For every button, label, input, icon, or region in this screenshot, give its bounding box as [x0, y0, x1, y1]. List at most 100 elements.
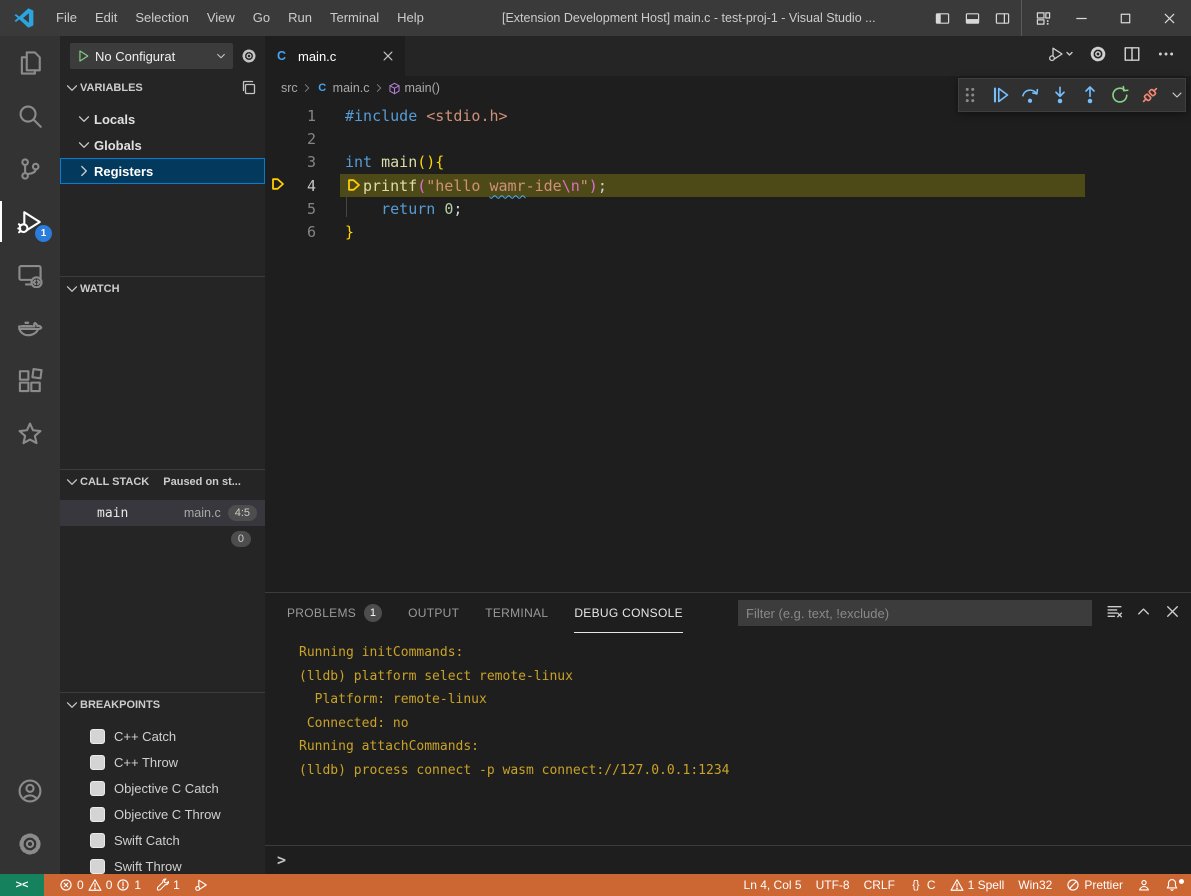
activity-settings[interactable] [0, 817, 60, 870]
status-eol[interactable]: CRLF [857, 874, 902, 896]
breakpoint-checkbox[interactable] [90, 859, 105, 874]
variables-scope-globals[interactable]: Globals [60, 132, 265, 158]
layout-sidebar-left-button[interactable] [927, 0, 957, 36]
status-notifications[interactable] [1158, 874, 1191, 896]
status-remote[interactable]: >< [0, 874, 44, 896]
collapse-panel-button[interactable] [1135, 603, 1152, 625]
breadcrumb-main[interactable]: main() [388, 81, 440, 95]
breakpoint-objective-c-catch[interactable]: Objective C Catch [60, 775, 265, 801]
debug-continue-button[interactable] [990, 85, 1010, 105]
customize-layout-button[interactable] [1021, 0, 1059, 36]
thread-row[interactable]: 0 [60, 526, 265, 552]
activity-search[interactable] [0, 89, 60, 142]
minimize-button[interactable] [1059, 0, 1103, 36]
clear-console-button[interactable] [1106, 603, 1123, 625]
tab-main-c[interactable]: C main.c [265, 36, 405, 76]
close-tab-icon[interactable] [381, 49, 395, 63]
menu-view[interactable]: View [198, 10, 244, 25]
variables-scope-locals[interactable]: Locals [60, 106, 265, 132]
status-feedback[interactable] [1130, 874, 1158, 896]
activity-source-control[interactable] [0, 142, 60, 195]
line-number[interactable]: 6 [286, 223, 316, 241]
copy-value-icon[interactable] [241, 80, 257, 96]
status-encoding[interactable]: UTF-8 [809, 874, 857, 896]
line-number[interactable]: 5 [286, 200, 316, 218]
settings-button[interactable] [1089, 45, 1107, 68]
status-debug-status[interactable] [187, 874, 215, 896]
launch-configuration-dropdown[interactable]: No Configurat [70, 43, 233, 69]
breakpoint-c-catch[interactable]: C++ Catch [60, 723, 265, 749]
activity-extensions[interactable] [0, 354, 60, 407]
layout-sidebar-right-button[interactable] [987, 0, 1017, 36]
start-debug-icon[interactable] [76, 49, 90, 63]
line-number[interactable]: 2 [286, 130, 316, 148]
menu-run[interactable]: Run [279, 10, 321, 25]
panel-tab-problems[interactable]: PROBLEMS1 [287, 593, 382, 633]
status-cursor-position[interactable]: Ln 4, Col 5 [737, 874, 809, 896]
watch-header[interactable]: WATCH [60, 277, 265, 301]
menu-selection[interactable]: Selection [126, 10, 197, 25]
debug-restart-button[interactable] [1110, 85, 1130, 105]
debug-disconnect-button[interactable] [1140, 85, 1160, 105]
code-editor[interactable]: 1#include <stdio.h>23int main(){4printf(… [265, 100, 1191, 592]
breakpoint-c-throw[interactable]: C++ Throw [60, 749, 265, 775]
variables-scope-registers[interactable]: Registers [60, 158, 265, 184]
status-spell[interactable]: 1 Spell [943, 874, 1012, 896]
debug-step-over-button[interactable] [1020, 85, 1040, 105]
breadcrumb-main-c[interactable]: Cmain.c [316, 81, 370, 95]
code-line[interactable]: 5 return 0; [265, 197, 1191, 220]
panel-tab-terminal[interactable]: TERMINAL [485, 593, 548, 633]
code-line[interactable]: 2 [265, 127, 1191, 150]
breakpoint-objective-c-throw[interactable]: Objective C Throw [60, 801, 265, 827]
panel-tab-output[interactable]: OUTPUT [408, 593, 459, 633]
activity-remote-explorer[interactable] [0, 248, 60, 301]
close-button[interactable] [1147, 0, 1191, 36]
status-language-mode[interactable]: {}C [902, 874, 943, 896]
stack-frame-row[interactable]: main main.c 4:5 [60, 500, 265, 526]
status-prettier[interactable]: Prettier [1059, 874, 1130, 896]
layout-panel-button[interactable] [957, 0, 987, 36]
code-line[interactable]: 4printf("hello wamr-ide\n"); [265, 174, 1191, 197]
breakpoint-checkbox[interactable] [90, 833, 105, 848]
debug-console-input-row[interactable]: > [265, 845, 1191, 874]
debug-chevron-down-button[interactable] [1170, 88, 1184, 102]
run-or-debug-button[interactable] [1047, 45, 1073, 68]
close-panel-button[interactable] [1164, 603, 1181, 625]
console-filter-input[interactable] [738, 600, 1092, 626]
activity-accounts[interactable] [0, 764, 60, 817]
activity-run-debug[interactable]: 1 [0, 195, 60, 248]
activity-wamr-ide-star[interactable] [0, 407, 60, 460]
breakpoint-checkbox[interactable] [90, 807, 105, 822]
menu-terminal[interactable]: Terminal [321, 10, 388, 25]
split-editor-button[interactable] [1123, 45, 1141, 68]
menu-help[interactable]: Help [388, 10, 433, 25]
line-number[interactable]: 1 [286, 107, 316, 125]
panel-tab-debug-console[interactable]: DEBUG CONSOLE [574, 593, 683, 633]
breakpoint-swift-catch[interactable]: Swift Catch [60, 827, 265, 853]
status-tools[interactable]: 1 [148, 874, 187, 896]
menu-go[interactable]: Go [244, 10, 279, 25]
status-platform[interactable]: Win32 [1011, 874, 1059, 896]
configure-gear-icon[interactable] [241, 48, 257, 64]
line-number[interactable]: 3 [286, 153, 316, 171]
code-line[interactable]: 6} [265, 220, 1191, 243]
call-stack-header[interactable]: CALL STACK Paused on st... [60, 470, 265, 494]
line-number[interactable]: 4 [286, 177, 316, 195]
maximize-button[interactable] [1103, 0, 1147, 36]
status-problems[interactable]: 001 [52, 874, 148, 896]
debug-step-out-button[interactable] [1080, 85, 1100, 105]
menu-edit[interactable]: Edit [86, 10, 126, 25]
debug-step-into-button[interactable] [1050, 85, 1070, 105]
activity-explorer[interactable] [0, 36, 60, 89]
more-actions-button[interactable] [1157, 45, 1175, 68]
breakpoints-header[interactable]: BREAKPOINTS [60, 693, 265, 717]
breadcrumb-src[interactable]: src [281, 81, 298, 95]
breakpoint-checkbox[interactable] [90, 755, 105, 770]
activity-docker[interactable] [0, 301, 60, 354]
debug-grip-button[interactable] [960, 85, 980, 105]
code-line[interactable]: 3int main(){ [265, 151, 1191, 174]
breakpoint-checkbox[interactable] [90, 729, 105, 744]
variables-header[interactable]: VARIABLES [60, 76, 265, 100]
menu-file[interactable]: File [47, 10, 86, 25]
breakpoint-checkbox[interactable] [90, 781, 105, 796]
